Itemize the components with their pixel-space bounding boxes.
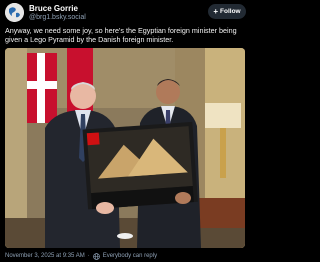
- globe-icon: [92, 252, 100, 260]
- photo-illustration: [5, 48, 245, 248]
- author-handle[interactable]: @brg1.bsky.social: [29, 14, 86, 22]
- plus-icon: +: [213, 6, 219, 16]
- reply-setting[interactable]: Everybody can reply: [103, 253, 157, 259]
- post-timestamp[interactable]: November 3, 2025 at 9:35 AM: [5, 253, 85, 259]
- follow-button[interactable]: + Follow: [208, 4, 246, 19]
- globe-avatar-icon: [5, 3, 24, 22]
- author-display-name[interactable]: Bruce Gorrie: [29, 4, 78, 13]
- post-footer: November 3, 2025 at 9:35 AM · Everybody …: [5, 251, 245, 261]
- follow-button-label: Follow: [220, 8, 241, 15]
- separator-dot: ·: [87, 253, 90, 259]
- author-avatar[interactable]: [5, 3, 24, 22]
- post-text: Anyway, we need some joy, so here's the …: [5, 26, 237, 44]
- post-image[interactable]: [5, 48, 245, 248]
